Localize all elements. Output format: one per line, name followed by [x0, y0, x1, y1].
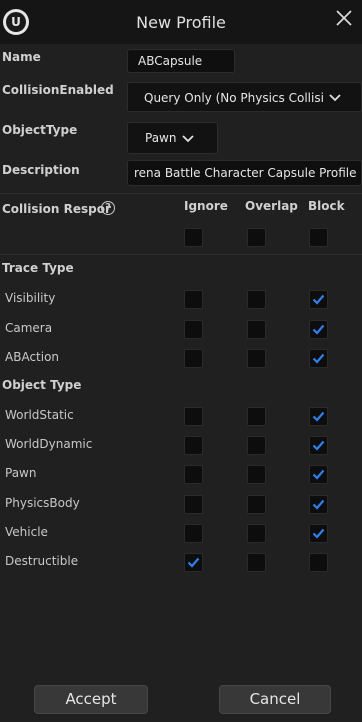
response-row-label: Camera	[5, 320, 53, 335]
response-row-label: WorldStatic	[5, 408, 74, 422]
response-row-label: Destructible	[5, 554, 79, 568]
overlap-checkbox[interactable]	[247, 553, 266, 572]
description-label: Description	[2, 163, 80, 177]
chevron-down-icon	[329, 94, 341, 102]
ignore-checkbox[interactable]	[184, 523, 203, 543]
overlap-checkbox[interactable]	[247, 290, 266, 309]
response-row-label: WorldDynamic	[5, 437, 93, 452]
checkmark-icon	[312, 353, 325, 364]
checkmark-icon	[312, 294, 325, 305]
object-type-label: ObjectType	[2, 123, 78, 137]
overlap-column-header: Overlap	[245, 199, 298, 213]
chevron-down-icon	[182, 135, 194, 143]
close-icon[interactable]	[334, 8, 354, 28]
response-row-label: PhysicsBody	[5, 495, 80, 510]
name-input[interactable]: ABCapsule	[127, 49, 235, 73]
cancel-button[interactable]: Cancel	[219, 685, 331, 714]
overlap-checkbox[interactable]	[247, 319, 266, 339]
overlap-checkbox[interactable]	[247, 436, 266, 456]
ignore-column-header: Ignore	[184, 199, 228, 213]
response-row-label: ABAction	[5, 350, 60, 364]
block-all-checkbox[interactable]	[309, 228, 328, 247]
checkmark-icon	[312, 499, 325, 510]
ignore-checkbox[interactable]	[184, 319, 203, 339]
help-icon[interactable]: ?	[101, 201, 115, 215]
checkmark-icon	[312, 528, 325, 539]
checkmark-icon	[312, 470, 325, 481]
divider	[0, 254, 362, 255]
object-type-section: Object Type	[2, 378, 82, 392]
block-checkbox[interactable]	[309, 523, 328, 543]
title-bar: U New Profile	[0, 0, 362, 44]
overlap-all-checkbox[interactable]	[247, 228, 266, 247]
ignore-checkbox[interactable]	[184, 349, 203, 368]
block-checkbox[interactable]	[309, 407, 328, 426]
response-row-label: Vehicle	[5, 524, 48, 539]
ignore-checkbox[interactable]	[184, 436, 203, 456]
block-checkbox[interactable]	[309, 465, 328, 485]
block-checkbox[interactable]	[309, 436, 328, 456]
collision-response-label: Collision Respor	[2, 202, 111, 216]
checkmark-icon	[312, 324, 325, 335]
ignore-checkbox[interactable]	[184, 290, 203, 309]
checkmark-icon	[312, 411, 325, 422]
collision-enabled-label: CollisionEnabled	[2, 83, 114, 97]
window-title: New Profile	[136, 13, 226, 32]
block-checkbox[interactable]	[309, 349, 328, 368]
block-column-header: Block	[308, 199, 345, 213]
object-type-dropdown[interactable]: Pawn	[127, 122, 218, 154]
name-label: Name	[2, 50, 41, 64]
accept-button[interactable]: Accept	[34, 685, 148, 714]
ignore-checkbox[interactable]	[184, 407, 203, 426]
ignore-checkbox[interactable]	[184, 553, 203, 572]
block-checkbox[interactable]	[309, 494, 328, 514]
ignore-all-checkbox[interactable]	[184, 228, 203, 247]
response-row-label: Pawn	[5, 466, 37, 481]
trace-type-section: Trace Type	[2, 261, 74, 275]
overlap-checkbox[interactable]	[247, 523, 266, 543]
overlap-checkbox[interactable]	[247, 407, 266, 426]
overlap-checkbox[interactable]	[247, 465, 266, 485]
divider	[0, 193, 362, 194]
response-row-label: Visibility	[5, 291, 56, 305]
ignore-checkbox[interactable]	[184, 494, 203, 514]
block-checkbox[interactable]	[309, 553, 328, 572]
checkmark-icon	[187, 557, 200, 568]
ignore-checkbox[interactable]	[184, 465, 203, 485]
block-checkbox[interactable]	[309, 319, 328, 339]
block-checkbox[interactable]	[309, 290, 328, 309]
description-input[interactable]: rena Battle Character Capsule Profile	[127, 160, 362, 186]
checkmark-icon	[312, 440, 325, 451]
overlap-checkbox[interactable]	[247, 349, 266, 368]
collision-enabled-dropdown[interactable]: Query Only (No Physics Collisic	[127, 82, 362, 112]
overlap-checkbox[interactable]	[247, 494, 266, 514]
